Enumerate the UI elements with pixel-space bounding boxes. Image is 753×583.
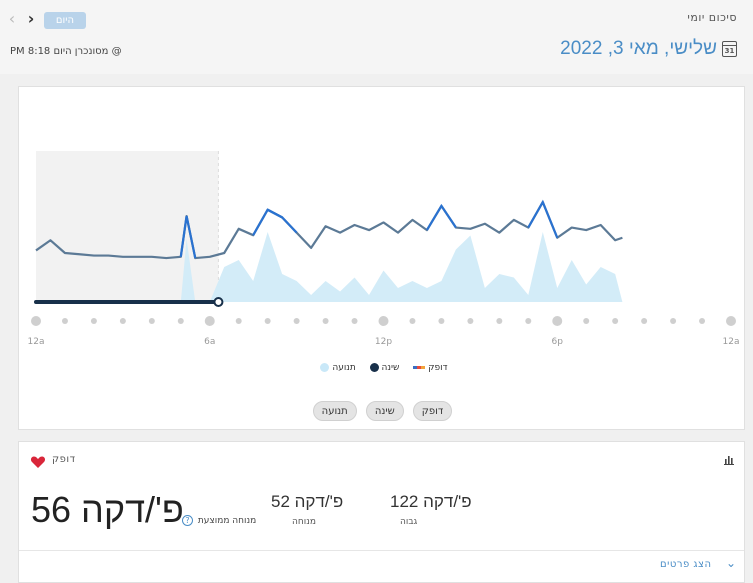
axis-dot: [177, 318, 184, 324]
sleep-swatch-icon: [369, 363, 379, 372]
axis-dot: [583, 318, 590, 324]
today-button[interactable]: היום: [44, 12, 86, 29]
axis-dot: [235, 318, 242, 324]
resting-label: מנוחה: [292, 517, 316, 527]
x-tick-label: 12a: [723, 337, 740, 347]
heart-rate-label: דופק: [52, 454, 76, 465]
axis-major-dot: [204, 316, 215, 326]
resting-average-value: 56 פ'/דקה: [31, 489, 184, 530]
axis-dot: [467, 318, 474, 324]
heart-rate-chart[interactable]: 12a 6a 12p 6p 12a: [19, 87, 746, 357]
toggle-sleep[interactable]: שינה: [365, 401, 404, 421]
axis-dot: [670, 318, 677, 324]
legend-heart-rate: דופק: [410, 363, 448, 373]
axis-dot: [351, 318, 358, 324]
axis-dot: [293, 318, 300, 324]
axis-dot: [525, 318, 532, 324]
toggle-movement[interactable]: תנועה: [312, 401, 357, 421]
chevron-down-icon[interactable]: ⌄: [726, 556, 736, 570]
high-label: גבוה: [400, 517, 418, 527]
axis-dot: [496, 318, 503, 324]
bar-chart-icon[interactable]: [724, 455, 734, 465]
axis-dot: [264, 318, 271, 324]
heart-rate-peak: [425, 203, 457, 231]
calendar-day: 31: [724, 47, 735, 55]
axis-dot: [641, 318, 648, 324]
x-tick-label: 6p: [552, 337, 564, 347]
sleep-end-marker: [213, 297, 224, 307]
calendar-icon[interactable]: 31: [722, 41, 737, 57]
toggle-heart-rate[interactable]: דופק: [412, 401, 453, 421]
show-details-link[interactable]: הצג פרטים: [660, 559, 712, 570]
axis-dot: [90, 318, 97, 324]
heart-rate-swatch-icon: [413, 366, 426, 369]
legend-sleep: שינה: [367, 363, 400, 373]
axis-dot: [322, 318, 329, 324]
axis-major-dot: [726, 316, 736, 326]
heart-rate-card: דופק 56 פ'/דקה ? מנוחה ממוצעת 52 פ'/דקה …: [18, 441, 745, 583]
axis-dot: [119, 318, 126, 324]
legend-heart-rate-label: דופק: [428, 363, 448, 373]
chevron-right-icon[interactable]: ›: [24, 10, 38, 28]
resting-value: 52 פ'/דקה: [271, 492, 344, 511]
heart-rate-peak: [267, 208, 298, 234]
resting-average-label-group: ? מנוחה ממוצעת: [182, 515, 256, 526]
axis-dot: [61, 318, 68, 324]
chart-legend: תנועה שינה דופק: [19, 363, 746, 373]
daily-chart-card: 12a 6a 12p 6p 12a תנועה שינה דופק תנועה שינה…: [18, 86, 745, 430]
axis-dot: [148, 318, 155, 324]
chart-toggles: תנועה שינה דופק: [19, 399, 746, 421]
divider: [19, 550, 744, 551]
axis-dot: [409, 318, 416, 324]
resting-average-label: מנוחה ממוצעת: [197, 516, 257, 526]
axis-major-dot: [31, 316, 41, 326]
x-tick-label: 12p: [375, 337, 392, 347]
high-value: 122 פ'/דקה: [390, 492, 472, 511]
x-tick-label: 12a: [28, 337, 45, 347]
axis-dot: [612, 318, 619, 324]
legend-sleep-label: שינה: [381, 363, 400, 373]
help-icon[interactable]: ?: [182, 515, 193, 526]
axis-major-dot: [378, 316, 389, 326]
legend-movement-label: תנועה: [332, 363, 356, 373]
legend-movement: תנועה: [317, 363, 356, 373]
date-title[interactable]: שלישי, מאי 3, 2022: [560, 38, 717, 60]
axis-major-dot: [552, 316, 563, 326]
heart-icon: [30, 456, 46, 468]
movement-swatch-icon: [320, 363, 330, 372]
sync-status: PM 8:18 מסונכרן היום @: [10, 46, 122, 57]
x-tick-label: 6a: [204, 337, 215, 347]
chevron-left-icon[interactable]: ‹: [5, 10, 19, 28]
axis-dot: [699, 318, 706, 324]
axis-dot: [438, 318, 445, 324]
heart-rate-peak: [252, 208, 283, 236]
page-header: ‹ › היום סיכום יומי PM 8:18 מסונכרן היום…: [0, 0, 753, 74]
page-title: סיכום יומי: [687, 11, 737, 24]
